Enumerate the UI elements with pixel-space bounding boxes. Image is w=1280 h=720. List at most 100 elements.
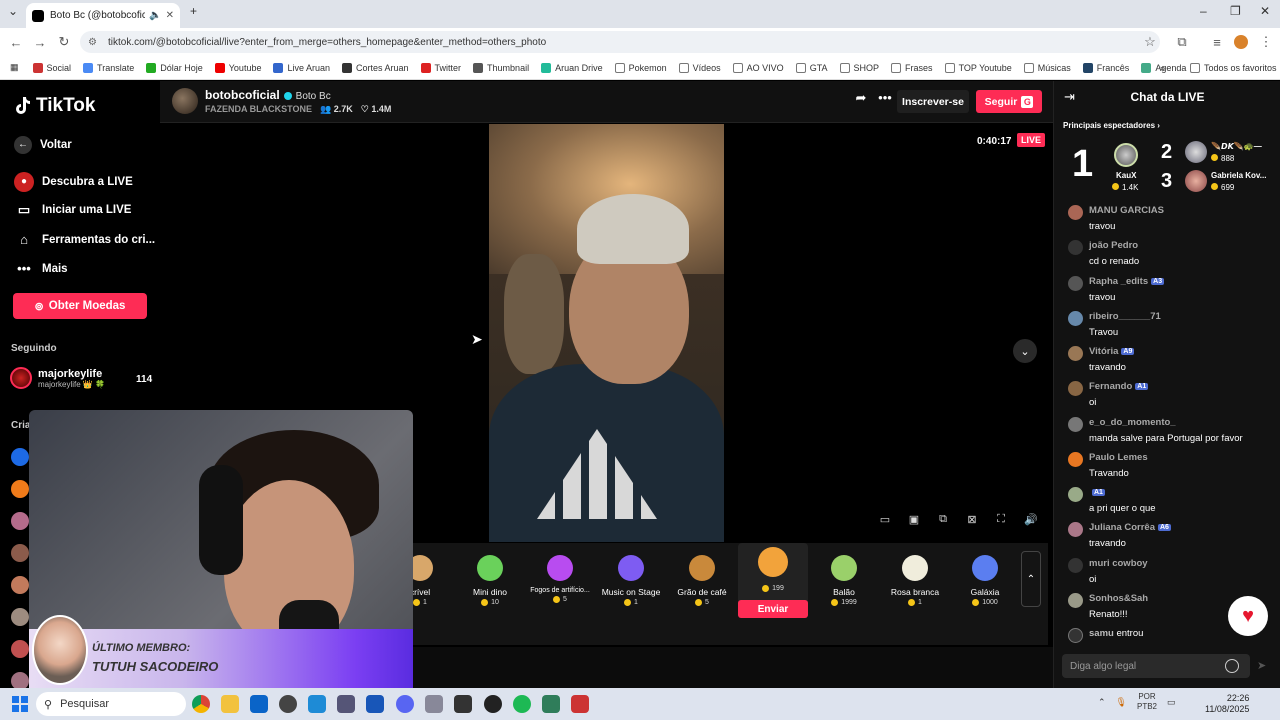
bookmark-star-icon[interactable]: ☆ xyxy=(1138,34,1162,50)
subscribe-button[interactable]: Inscrever-se xyxy=(897,90,969,113)
following-account[interactable]: majorkeylife majorkeylife 👑 🍀 xyxy=(10,367,105,389)
media-icon[interactable]: ≡ xyxy=(1205,35,1229,50)
reload-icon[interactable]: ↻ xyxy=(52,34,76,50)
image-icon[interactable]: ▣ xyxy=(905,513,923,529)
gift-item[interactable]: Music on Stage 1 xyxy=(596,551,666,621)
new-tab-icon[interactable]: + xyxy=(190,4,197,18)
avatar[interactable] xyxy=(1185,170,1207,192)
menu-icon[interactable]: ⋮ xyxy=(1254,34,1278,50)
chat-username[interactable]: A1 xyxy=(1089,487,1105,498)
browser-tab[interactable]: Boto Bc (@botobcoficial) c 🔈 ✕ xyxy=(26,3,180,28)
bookmark-folder[interactable]: TOP Youtube xyxy=(944,62,1012,73)
avatar[interactable] xyxy=(1068,240,1083,255)
bookmark-item[interactable]: Live Aruan xyxy=(273,62,330,73)
avatar[interactable] xyxy=(1068,381,1083,396)
avatar[interactable] xyxy=(1068,276,1083,291)
calculator-icon[interactable] xyxy=(337,695,355,713)
chat-username[interactable]: joão Pedro xyxy=(1089,240,1138,251)
capcut-icon[interactable] xyxy=(454,695,472,713)
clock[interactable]: 22:26 11/08/2025 xyxy=(1205,693,1249,715)
chat-messages[interactable]: MANU GARCIAS travou joão Pedro cd o renado… xyxy=(1054,201,1280,647)
bookmark-item[interactable]: Thumbnail xyxy=(473,62,529,73)
gift-item[interactable]: Rosa branca 1 xyxy=(880,551,950,621)
bookmark-item[interactable]: Dólar Hoje xyxy=(146,62,203,73)
creator-avatar[interactable] xyxy=(11,640,29,658)
follow-button[interactable]: Seguir G xyxy=(976,90,1042,113)
creator-avatar[interactable] xyxy=(11,448,29,466)
gift-item[interactable]: Fogos de artifício... 5 xyxy=(525,551,595,621)
fullscreen-icon[interactable]: ⛶ xyxy=(992,513,1010,529)
creator-avatar[interactable] xyxy=(11,512,29,530)
auto-quality-icon[interactable]: ▭ xyxy=(876,513,894,529)
gift-item[interactable]: Grão de café 5 xyxy=(667,551,737,621)
chat-username[interactable]: samu xyxy=(1089,628,1114,639)
close-window-icon[interactable]: ✕ xyxy=(1260,4,1270,18)
discord-icon[interactable] xyxy=(396,695,414,713)
avatar[interactable] xyxy=(1185,141,1207,163)
pip-icon[interactable]: ⧉ xyxy=(934,513,952,529)
apps-icon[interactable]: ▦ xyxy=(10,62,19,73)
creator-avatar[interactable] xyxy=(11,544,29,562)
avatar[interactable] xyxy=(1068,452,1083,467)
creator-avatar[interactable] xyxy=(11,608,29,626)
avatar[interactable] xyxy=(1068,417,1083,432)
get-coins-button[interactable]: ⊚ Obter Moedas xyxy=(13,293,147,319)
creator-avatar[interactable] xyxy=(11,480,29,498)
back-icon[interactable]: ← xyxy=(4,35,28,50)
bookmark-item[interactable]: Francês xyxy=(1082,62,1129,73)
nav-more[interactable]: ••• Mais xyxy=(14,261,67,276)
bookmark-item[interactable]: Cortes Aruan xyxy=(342,62,409,73)
send-icon[interactable]: ➤ xyxy=(1257,659,1266,672)
like-heart-button[interactable]: ♥ xyxy=(1228,596,1268,636)
chat-username[interactable]: ribeiro______71 xyxy=(1089,311,1161,322)
chevron-up-icon[interactable]: ⌃ xyxy=(1098,697,1106,708)
top-viewers-link[interactable]: Principais espectadores › xyxy=(1063,121,1160,130)
avatar[interactable] xyxy=(1068,205,1083,220)
outlook-icon[interactable] xyxy=(250,695,268,713)
gift-item[interactable]: Galáxia 1000 xyxy=(950,551,1020,621)
avatar[interactable] xyxy=(1114,143,1138,167)
bookmark-folder[interactable]: SHOP xyxy=(839,62,879,73)
creator-avatar[interactable] xyxy=(11,576,29,594)
chevron-down-icon[interactable]: ⌄ xyxy=(1013,339,1037,363)
network-icon[interactable]: ▭ xyxy=(1167,697,1176,708)
send-gift-button[interactable]: Enviar xyxy=(738,600,808,618)
chat-username[interactable]: Paulo Lemes xyxy=(1089,452,1148,463)
avatar[interactable] xyxy=(1068,311,1083,326)
chevron-up-icon[interactable]: ⌃ xyxy=(1021,551,1041,607)
nav-discover-live[interactable]: ● Descubra a LIVE xyxy=(14,172,133,192)
avatar[interactable] xyxy=(1068,558,1083,573)
gift-item[interactable]: Mini dino 10 xyxy=(455,551,525,621)
tab-audio-icon[interactable]: 🔈 xyxy=(149,10,161,21)
back-link[interactable]: ← Voltar xyxy=(14,136,72,154)
chat-username[interactable]: Sonhos&Sah xyxy=(1089,593,1148,604)
windows-start-icon[interactable] xyxy=(12,696,28,712)
emoji-icon[interactable] xyxy=(1225,659,1239,673)
nav-creator-tools[interactable]: ⌂ Ferramentas do cri... xyxy=(14,232,155,247)
avatar[interactable] xyxy=(1068,346,1083,361)
app-icon[interactable] xyxy=(366,695,384,713)
hide-screen-icon[interactable]: ⊠ xyxy=(963,513,981,529)
chat-username[interactable]: Rapha _edits A3 xyxy=(1089,276,1165,287)
minimize-icon[interactable]: – xyxy=(1200,4,1207,18)
gift-item[interactable]: Balão 1999 xyxy=(809,551,879,621)
profile-avatar[interactable] xyxy=(1234,35,1248,49)
volume-icon[interactable]: 🔊 xyxy=(1022,513,1040,529)
chat-username[interactable]: e_o_do_momento_ xyxy=(1089,417,1176,428)
avatar[interactable] xyxy=(1068,487,1083,502)
language-indicator[interactable]: POR PTB2 xyxy=(1137,692,1157,712)
bookmark-folder[interactable]: GTA xyxy=(795,62,828,73)
app-icon[interactable] xyxy=(571,695,589,713)
tiktok-logo[interactable]: TikTok xyxy=(14,95,95,117)
extensions-icon[interactable]: ⧉ xyxy=(1170,34,1194,50)
bookmark-folder[interactable]: Pokemon xyxy=(614,62,667,73)
site-info-icon[interactable]: ⚙ xyxy=(88,37,100,48)
chat-username[interactable]: Juliana Corrêa A6 xyxy=(1089,522,1171,533)
obs-icon[interactable] xyxy=(279,695,297,713)
bookmark-folder[interactable]: Músicas xyxy=(1023,62,1071,73)
maximize-icon[interactable]: ❐ xyxy=(1230,4,1241,18)
file-explorer-icon[interactable] xyxy=(221,695,239,713)
chat-username[interactable]: Vitória A9 xyxy=(1089,346,1135,357)
host-name-row[interactable]: botobcoficial Boto Bc xyxy=(205,88,331,102)
taskbar-search[interactable]: ⚲ Pesquisar xyxy=(36,692,186,716)
